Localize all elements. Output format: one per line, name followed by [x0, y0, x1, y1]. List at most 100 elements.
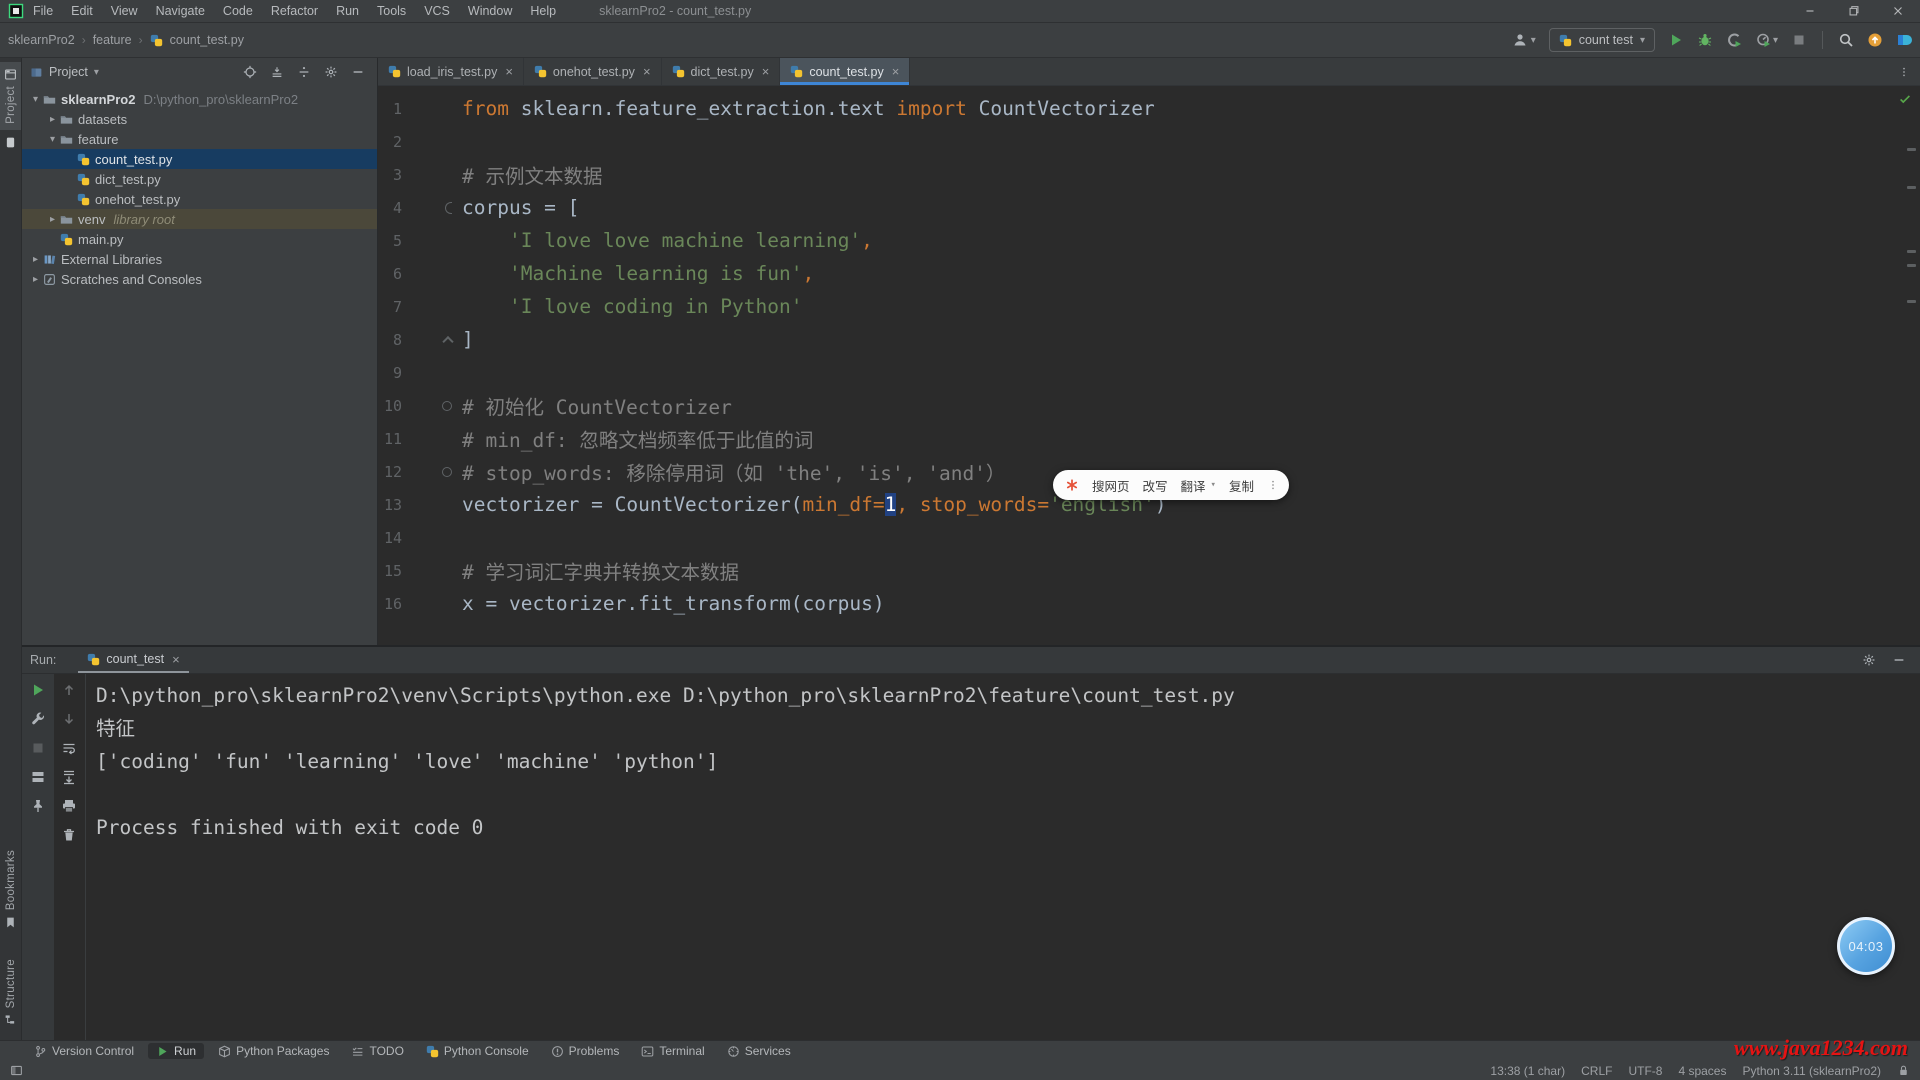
edit-configuration-icon[interactable] — [30, 711, 46, 727]
window-layout-icon[interactable] — [10, 1064, 23, 1077]
menu-navigate[interactable]: Navigate — [147, 0, 214, 22]
tree-item-onehot_test.py[interactable]: onehot_test.py — [22, 189, 377, 209]
run-tab-count-test[interactable]: count_test × — [78, 647, 188, 673]
toolwindow-button-run[interactable]: Run — [148, 1043, 204, 1059]
close-tab-icon[interactable]: × — [505, 64, 513, 79]
search-everywhere-icon[interactable] — [1838, 32, 1854, 48]
toolwindow-button-problems[interactable]: Problems — [543, 1043, 628, 1059]
soft-wrap-icon[interactable] — [61, 740, 77, 756]
pin-tab-icon[interactable] — [30, 798, 46, 814]
next-occurrence-icon[interactable] — [61, 711, 77, 727]
user-menu[interactable]: ▾ — [1512, 32, 1536, 48]
close-run-tab-icon[interactable]: × — [172, 652, 180, 667]
menu-window[interactable]: Window — [459, 0, 521, 22]
console-output[interactable]: D:\python_pro\sklearnPro2\venv\Scripts\p… — [86, 674, 1920, 1040]
tree-chevron-icon[interactable]: ▸ — [28, 254, 43, 265]
run-with-coverage-button[interactable] — [1726, 32, 1742, 48]
toolwindow-button-terminal[interactable]: Terminal — [633, 1043, 712, 1059]
tree-chevron-icon[interactable]: ▸ — [28, 274, 43, 285]
panel-settings-icon[interactable] — [324, 65, 338, 79]
popup-item-1[interactable]: 搜网页 — [1092, 476, 1130, 495]
project-panel-title[interactable]: Project — [49, 65, 88, 79]
menu-help[interactable]: Help — [521, 0, 565, 22]
hide-panel-icon[interactable] — [1892, 653, 1906, 667]
translate-logo-icon[interactable] — [1065, 478, 1079, 492]
editor-tab-dict_test[interactable]: dict_test.py× — [662, 58, 781, 85]
editor-tab-load_iris_test[interactable]: load_iris_test.py× — [378, 58, 524, 85]
tab-options-button[interactable] — [1888, 58, 1920, 85]
ide-promo-icon[interactable] — [1896, 32, 1912, 48]
close-tab-icon[interactable]: × — [892, 64, 900, 79]
toolwindow-button-python-packages[interactable]: Python Packages — [210, 1043, 337, 1059]
fold-marker-icon[interactable] — [445, 202, 452, 214]
close-tab-icon[interactable]: × — [762, 64, 770, 79]
breadcrumb-item[interactable]: feature — [93, 33, 132, 47]
menu-edit[interactable]: Edit — [62, 0, 102, 22]
toolwindow-button-version-control[interactable]: Version Control — [26, 1043, 142, 1059]
menu-refactor[interactable]: Refactor — [262, 0, 327, 22]
stop-button[interactable] — [1791, 32, 1807, 48]
menu-tools[interactable]: Tools — [368, 0, 415, 22]
run-settings-gear-icon[interactable] — [1862, 653, 1876, 667]
close-tab-icon[interactable]: × — [643, 64, 651, 79]
tree-chevron-icon[interactable]: ▾ — [28, 94, 43, 105]
fold-marker-icon[interactable] — [442, 335, 453, 346]
minimize-button[interactable] — [1788, 0, 1832, 22]
stripe-item-project[interactable]: Project — [0, 62, 21, 130]
run-button[interactable] — [1668, 32, 1684, 48]
status-segment[interactable]: UTF-8 — [1628, 1064, 1662, 1078]
tree-item-Scratches-and-Consoles[interactable]: ▸Scratches and Consoles — [22, 269, 377, 289]
update-notification-icon[interactable] — [1867, 32, 1883, 48]
editor-tab-count_test[interactable]: count_test.py× — [780, 58, 910, 85]
tree-item-main.py[interactable]: main.py — [22, 229, 377, 249]
profiler-button[interactable]: ▾ — [1755, 32, 1778, 48]
maximize-button[interactable] — [1832, 0, 1876, 22]
tree-item-External-Libraries[interactable]: ▸External Libraries — [22, 249, 377, 269]
caret-down-icon[interactable]: ▾ — [94, 67, 99, 78]
editor-tab-onehot_test[interactable]: onehot_test.py× — [524, 58, 662, 85]
status-segment[interactable]: CRLF — [1581, 1064, 1612, 1078]
menu-file[interactable]: File — [24, 0, 62, 22]
tree-item-sklearnPro2[interactable]: ▾sklearnPro2D:\python_pro\sklearnPro2 — [22, 89, 377, 109]
restore-layout-icon[interactable] — [30, 769, 46, 785]
popup-item-3[interactable]: 翻译 — [1181, 476, 1206, 495]
breadcrumb-item[interactable]: sklearnPro2 — [8, 33, 75, 47]
menu-run[interactable]: Run — [327, 0, 368, 22]
tree-chevron-icon[interactable]: ▾ — [45, 134, 60, 145]
expand-options-icon[interactable] — [297, 65, 311, 79]
popup-item-4[interactable]: 复制 — [1229, 476, 1254, 495]
fold-marker-icon[interactable] — [442, 467, 452, 477]
tree-item-feature[interactable]: ▾feature — [22, 129, 377, 149]
popup-more-icon[interactable] — [1267, 479, 1279, 491]
status-segment[interactable]: 4 spaces — [1678, 1064, 1726, 1078]
stripe-item-structure[interactable]: Structure — [0, 953, 21, 1032]
toolwindow-button-todo[interactable]: TODO — [343, 1043, 411, 1059]
prev-occurrence-icon[interactable] — [61, 682, 77, 698]
print-icon[interactable] — [61, 798, 77, 814]
inspections-ok-icon[interactable] — [1898, 92, 1912, 106]
tree-chevron-icon[interactable]: ▸ — [45, 114, 60, 125]
status-segment[interactable]: Python 3.11 (sklearnPro2) — [1742, 1064, 1881, 1078]
tree-item-count_test.py[interactable]: count_test.py — [22, 149, 377, 169]
popup-item-2[interactable]: 改写 — [1143, 476, 1168, 495]
close-button[interactable] — [1876, 0, 1920, 22]
collapse-all-icon[interactable] — [270, 65, 284, 79]
status-segment[interactable]: 13:38 (1 char) — [1490, 1064, 1565, 1078]
run-configuration-selector[interactable]: count test ▾ — [1549, 28, 1655, 52]
scroll-to-end-icon[interactable] — [61, 769, 77, 785]
stop-icon[interactable] — [30, 740, 46, 756]
breadcrumb-item[interactable]: count_test.py — [170, 33, 244, 47]
toolwindow-button-python-console[interactable]: Python Console — [418, 1043, 537, 1059]
tree-item-datasets[interactable]: ▸datasets — [22, 109, 377, 129]
stripe-item-bookmarks[interactable]: Bookmarks — [0, 844, 21, 934]
fold-marker-icon[interactable] — [442, 401, 452, 411]
debug-button[interactable] — [1697, 32, 1713, 48]
hide-panel-icon[interactable] — [351, 65, 365, 79]
toolwindow-button-services[interactable]: Services — [719, 1043, 799, 1059]
menu-code[interactable]: Code — [214, 0, 262, 22]
tree-item-venv[interactable]: ▸venvlibrary root — [22, 209, 377, 229]
clear-all-icon[interactable] — [61, 827, 77, 843]
menu-view[interactable]: View — [102, 0, 147, 22]
menu-vcs[interactable]: VCS — [415, 0, 459, 22]
tree-item-dict_test.py[interactable]: dict_test.py — [22, 169, 377, 189]
